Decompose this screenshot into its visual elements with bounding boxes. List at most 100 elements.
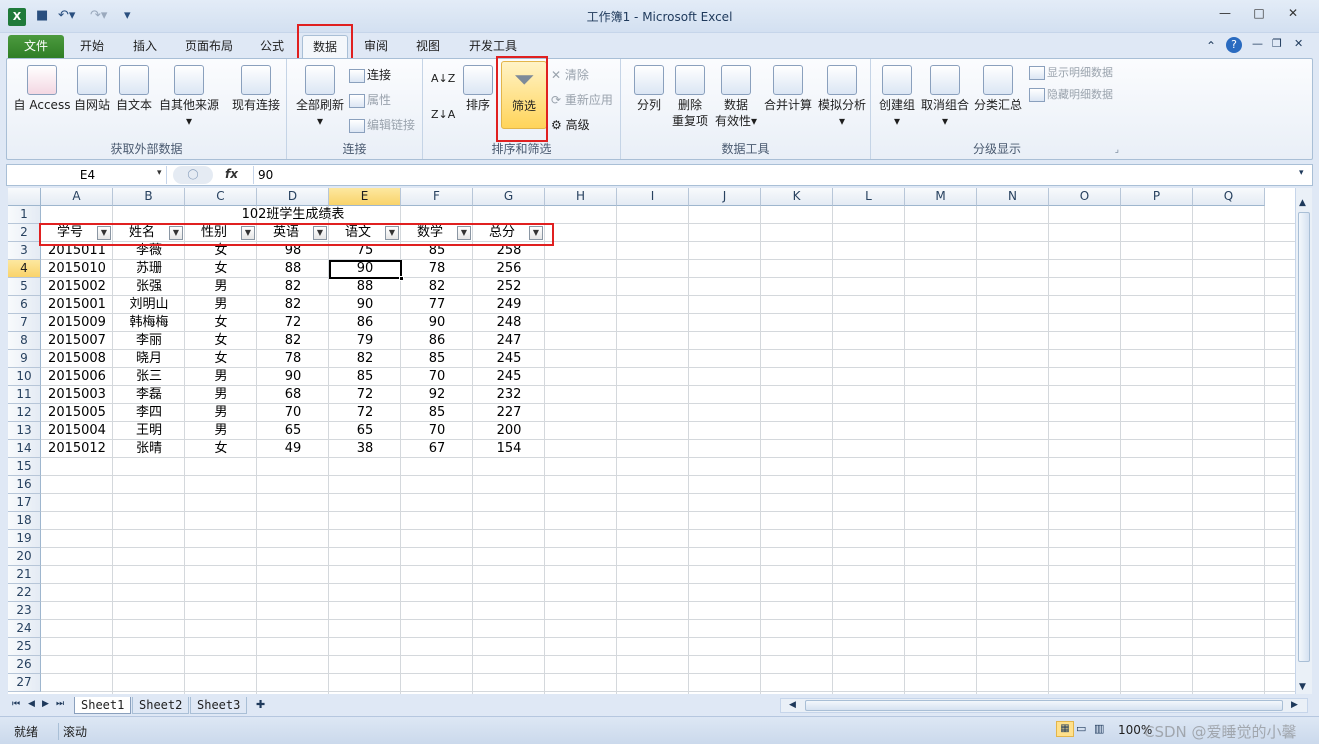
page-layout-view-icon[interactable]: ▭ xyxy=(1076,722,1086,735)
data-cell[interactable]: 227 xyxy=(473,404,545,422)
data-cell[interactable]: 90 xyxy=(401,314,473,332)
data-cell[interactable]: 张晴 xyxy=(113,440,185,458)
horizontal-scrollbar[interactable]: ◀ ▶ xyxy=(780,698,1308,713)
data-cell[interactable]: 李四 xyxy=(113,404,185,422)
from-other-sources-button[interactable]: 自其他来源 ▾ xyxy=(157,65,221,129)
data-cell[interactable]: 2015004 xyxy=(41,422,113,440)
data-cell[interactable]: 78 xyxy=(257,350,329,368)
tab-view[interactable]: 视图 xyxy=(406,35,450,59)
minimize-button[interactable]: — xyxy=(1214,6,1236,22)
data-cell[interactable]: 李丽 xyxy=(113,332,185,350)
data-cell[interactable]: 82 xyxy=(257,278,329,296)
select-all-corner[interactable] xyxy=(8,188,41,206)
data-cell[interactable]: 85 xyxy=(401,350,473,368)
row-header-27[interactable]: 27 xyxy=(8,674,41,692)
row-header-5[interactable]: 5 xyxy=(8,278,41,296)
formula-input[interactable]: 90 xyxy=(253,166,1293,184)
data-cell[interactable]: 82 xyxy=(257,296,329,314)
data-cell[interactable]: 67 xyxy=(401,440,473,458)
tab-review[interactable]: 审阅 xyxy=(354,35,398,59)
data-cell[interactable]: 女 xyxy=(185,350,257,368)
data-cell[interactable]: 女 xyxy=(185,332,257,350)
worksheet-grid[interactable]: ABCDEFGHIJKLMNOPQ 1 2 3 4 5 6 7 8 9 10 11 12 13 14 15 1… xyxy=(8,188,1295,694)
data-cell[interactable]: 68 xyxy=(257,386,329,404)
row-header-16[interactable]: 16 xyxy=(8,476,41,494)
name-box-dropdown-icon[interactable]: ▾ xyxy=(157,168,162,178)
column-header-Q[interactable]: Q xyxy=(1193,188,1265,206)
row-header-14[interactable]: 14 xyxy=(8,440,41,458)
row-header-3[interactable]: 3 xyxy=(8,242,41,260)
data-cell[interactable]: 2015006 xyxy=(41,368,113,386)
row-header-20[interactable]: 20 xyxy=(8,548,41,566)
data-cell[interactable]: 65 xyxy=(257,422,329,440)
data-validation-button[interactable]: 数据 有效性▾ xyxy=(711,65,761,129)
row-header-26[interactable]: 26 xyxy=(8,656,41,674)
doc-minimize-icon[interactable]: — xyxy=(1252,37,1263,50)
column-header-G[interactable]: G xyxy=(473,188,545,206)
data-cell[interactable]: 2015008 xyxy=(41,350,113,368)
from-access-button[interactable]: 自 Access xyxy=(11,65,73,113)
data-cell[interactable]: 92 xyxy=(401,386,473,404)
data-cell[interactable]: 2015003 xyxy=(41,386,113,404)
row-header-12[interactable]: 12 xyxy=(8,404,41,422)
data-cell[interactable]: 2015005 xyxy=(41,404,113,422)
data-cell[interactable]: 70 xyxy=(401,422,473,440)
column-header-P[interactable]: P xyxy=(1121,188,1193,206)
data-cell[interactable]: 49 xyxy=(257,440,329,458)
data-cell[interactable]: 85 xyxy=(329,368,401,386)
row-header-15[interactable]: 15 xyxy=(8,458,41,476)
data-cell[interactable]: 韩梅梅 xyxy=(113,314,185,332)
data-cell[interactable]: 72 xyxy=(329,386,401,404)
tab-home[interactable]: 开始 xyxy=(70,35,114,59)
row-header-23[interactable]: 23 xyxy=(8,602,41,620)
column-header-N[interactable]: N xyxy=(977,188,1049,206)
data-cell[interactable]: 82 xyxy=(401,278,473,296)
sheet-tab-sheet2[interactable]: Sheet2 xyxy=(132,697,190,714)
data-cell[interactable]: 38 xyxy=(329,440,401,458)
scroll-right-icon[interactable]: ▶ xyxy=(1291,700,1298,710)
row-header-2[interactable]: 2 xyxy=(8,224,41,242)
column-header-C[interactable]: C xyxy=(185,188,257,206)
column-header-E[interactable]: E xyxy=(329,188,401,206)
insert-function-icon[interactable]: fx xyxy=(225,167,238,181)
minimize-ribbon-icon[interactable]: ⌃ xyxy=(1206,39,1216,53)
tab-file[interactable]: 文件 xyxy=(8,35,64,59)
tab-insert[interactable]: 插入 xyxy=(122,35,168,59)
data-cell[interactable]: 86 xyxy=(329,314,401,332)
data-cell[interactable]: 刘明山 xyxy=(113,296,185,314)
data-cell[interactable]: 248 xyxy=(473,314,545,332)
column-header-H[interactable]: H xyxy=(545,188,617,206)
row-header-4[interactable]: 4 xyxy=(8,260,41,278)
horizontal-scroll-thumb[interactable] xyxy=(805,700,1283,711)
from-text-button[interactable]: 自文本 xyxy=(113,65,155,113)
data-cell[interactable]: 王明 xyxy=(113,422,185,440)
scroll-left-icon[interactable]: ◀ xyxy=(789,700,796,710)
row-header-18[interactable]: 18 xyxy=(8,512,41,530)
column-header-A[interactable]: A xyxy=(41,188,113,206)
doc-close-icon[interactable]: ✕ xyxy=(1294,37,1303,50)
column-header-J[interactable]: J xyxy=(689,188,761,206)
reapply-button[interactable]: ⟳ 重新应用 xyxy=(551,92,613,108)
column-header-L[interactable]: L xyxy=(833,188,905,206)
column-header-D[interactable]: D xyxy=(257,188,329,206)
advanced-button[interactable]: ⚙ 高级 xyxy=(551,117,590,133)
help-icon[interactable]: ? xyxy=(1226,37,1242,53)
data-cell[interactable]: 70 xyxy=(401,368,473,386)
name-box[interactable]: E4 xyxy=(9,166,167,184)
data-cell[interactable]: 72 xyxy=(329,404,401,422)
column-header-M[interactable]: M xyxy=(905,188,977,206)
page-break-view-icon[interactable]: ▥ xyxy=(1094,722,1104,735)
data-cell[interactable]: 男 xyxy=(185,386,257,404)
data-cell[interactable]: 232 xyxy=(473,386,545,404)
close-button[interactable]: ✕ xyxy=(1282,6,1304,22)
data-cell[interactable]: 252 xyxy=(473,278,545,296)
data-cell[interactable]: 72 xyxy=(257,314,329,332)
data-cell[interactable]: 86 xyxy=(401,332,473,350)
column-header-I[interactable]: I xyxy=(617,188,689,206)
data-cell[interactable]: 2015001 xyxy=(41,296,113,314)
row-header-21[interactable]: 21 xyxy=(8,566,41,584)
group-button[interactable]: 创建组 ▾ xyxy=(875,65,919,129)
tab-formulas[interactable]: 公式 xyxy=(250,35,294,59)
data-cell[interactable]: 2015012 xyxy=(41,440,113,458)
properties-button[interactable]: 属性 xyxy=(349,92,391,108)
